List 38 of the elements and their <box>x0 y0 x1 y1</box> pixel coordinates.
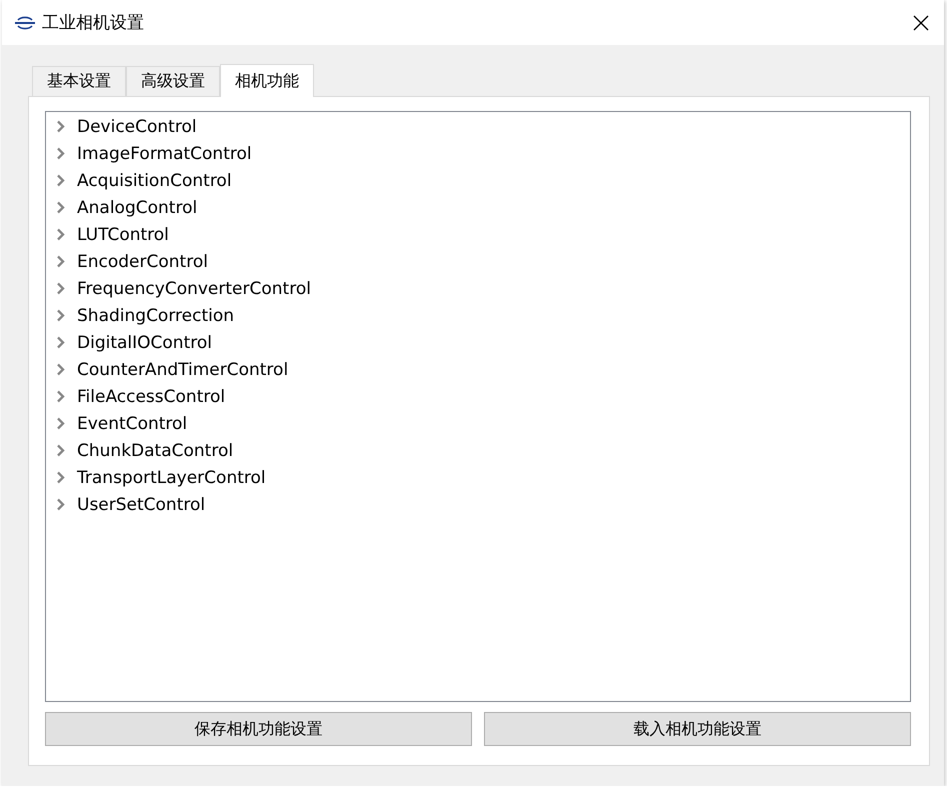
chevron-right-icon[interactable] <box>56 336 65 349</box>
chevron-right-icon[interactable] <box>56 174 65 187</box>
tree-item[interactable]: AcquisitionControl <box>77 170 232 190</box>
chevron-right-icon[interactable] <box>56 147 65 160</box>
chevron-right-icon[interactable] <box>56 282 65 295</box>
chevron-right-icon[interactable] <box>56 309 65 322</box>
chevron-right-icon[interactable] <box>56 201 65 214</box>
chevron-right-icon[interactable] <box>56 363 65 376</box>
tree-item[interactable]: DigitalIOControl <box>77 332 212 352</box>
chevron-right-icon[interactable] <box>56 471 65 484</box>
tab[interactable]: 基本设置 <box>32 66 126 96</box>
app-logo-icon <box>14 16 36 30</box>
tree-item[interactable]: FileAccessControl <box>77 386 226 406</box>
tree-item[interactable]: FrequencyConverterControl <box>77 278 311 298</box>
save-button[interactable]: 保存相机功能设置 <box>45 712 472 746</box>
close-button[interactable] <box>913 14 929 30</box>
chevron-right-icon[interactable] <box>56 417 65 430</box>
tree-item[interactable]: TransportLayerControl <box>77 468 266 488</box>
chevron-right-icon[interactable] <box>56 498 65 511</box>
chevron-right-icon[interactable] <box>56 255 65 268</box>
chevron-right-icon[interactable] <box>56 444 65 457</box>
chevron-right-icon[interactable] <box>56 120 65 133</box>
tree-item[interactable]: DeviceControl <box>77 116 197 136</box>
window-title: 工业相机设置 <box>42 12 145 34</box>
tree-item[interactable]: LUTControl <box>77 224 169 244</box>
tree-item[interactable]: EventControl <box>77 414 188 434</box>
tree-item[interactable]: EncoderControl <box>77 252 208 272</box>
tree-item[interactable]: ChunkDataControl <box>77 440 234 460</box>
tree-item[interactable]: ImageFormatControl <box>77 144 252 164</box>
tree-item[interactable]: ShadingCorrection <box>77 306 234 326</box>
tree-item[interactable]: AnalogControl <box>77 198 198 218</box>
chevron-right-icon[interactable] <box>56 228 65 241</box>
load-button[interactable]: 载入相机功能设置 <box>484 712 911 746</box>
tab[interactable]: 相机功能 <box>220 64 314 97</box>
tab[interactable]: 高级设置 <box>126 66 220 96</box>
tree-item[interactable]: UserSetControl <box>77 494 206 514</box>
chevron-right-icon[interactable] <box>56 390 65 403</box>
tree-item[interactable]: CounterAndTimerControl <box>77 360 288 380</box>
